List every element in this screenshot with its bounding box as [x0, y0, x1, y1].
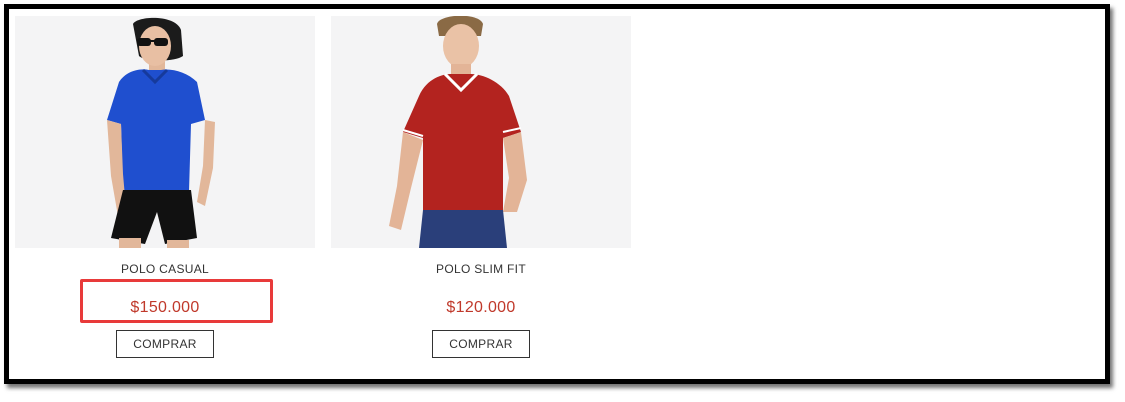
product-price: $120.000: [446, 299, 516, 316]
product-name[interactable]: POLO SLIM FIT: [331, 262, 631, 276]
man-in-red-polo-image: [331, 16, 631, 248]
product-card-polo-slim-fit[interactable]: POLO SLIM FIT $120.000 COMPRAR: [331, 16, 631, 366]
product-image-polo-casual[interactable]: [15, 16, 315, 248]
product-price: $150.000: [130, 299, 200, 316]
woman-in-blue-polo-image: [15, 16, 315, 248]
buy-button[interactable]: COMPRAR: [116, 330, 214, 358]
product-name[interactable]: POLO CASUAL: [15, 262, 315, 276]
product-image-polo-slim-fit[interactable]: [331, 16, 631, 248]
screenshot-frame: POLO CASUAL $150.000 COMPRAR POLO SLIM F…: [4, 4, 1110, 384]
buy-button[interactable]: COMPRAR: [432, 330, 530, 358]
product-card-polo-casual[interactable]: POLO CASUAL $150.000 COMPRAR: [15, 16, 315, 366]
